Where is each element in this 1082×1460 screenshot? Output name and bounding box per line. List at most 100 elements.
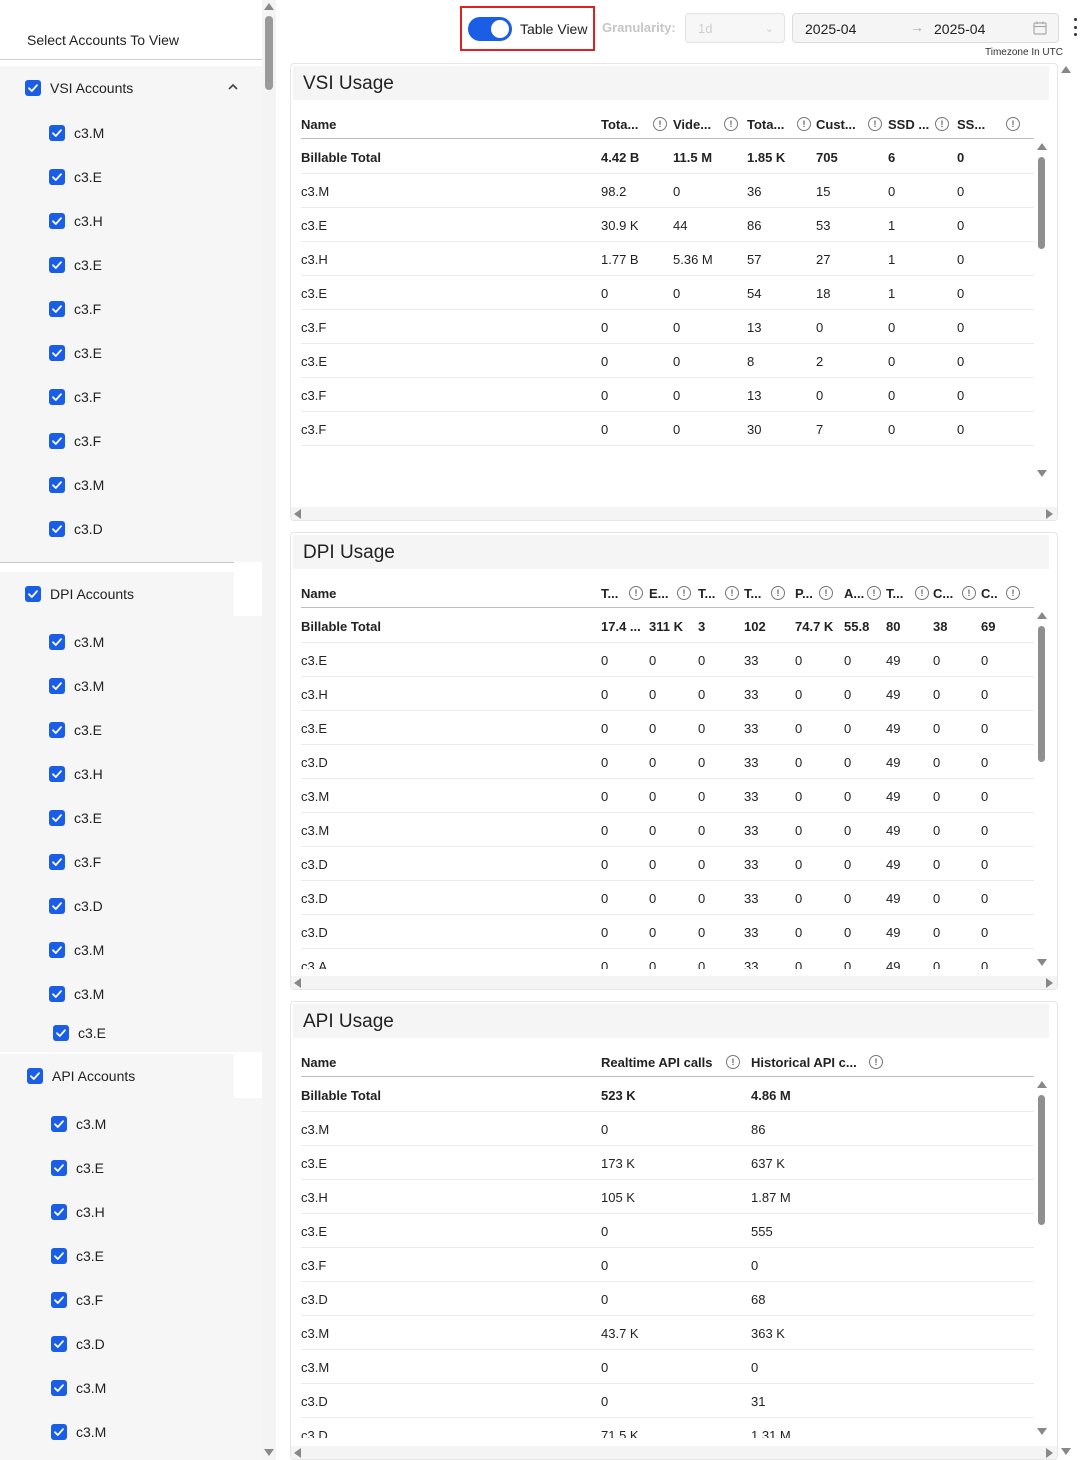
account-item[interactable]: c3.M (49, 622, 104, 662)
column-header[interactable]: E... (649, 586, 669, 601)
account-item[interactable]: c3.F (49, 377, 101, 417)
column-header[interactable]: Name (301, 586, 336, 601)
scroll-right-icon[interactable] (1046, 978, 1053, 988)
checkbox-checked-icon[interactable] (49, 942, 65, 958)
vertical-scrollbar-thumb[interactable] (1038, 157, 1045, 249)
account-item[interactable]: c3.E (53, 1013, 106, 1053)
account-item[interactable]: c3.D (51, 1324, 105, 1364)
checkbox-checked-icon[interactable] (51, 1424, 67, 1440)
scroll-down-icon[interactable] (1037, 959, 1047, 966)
info-icon[interactable]: ! (962, 586, 976, 600)
account-item[interactable]: c3.E (51, 1148, 104, 1188)
info-icon[interactable]: ! (771, 586, 785, 600)
checkbox-checked-icon[interactable] (49, 257, 65, 273)
horizontal-scrollbar[interactable] (291, 1446, 1057, 1459)
column-header[interactable]: C... (933, 586, 953, 601)
column-header[interactable]: Name (301, 1055, 336, 1070)
scroll-up-icon[interactable] (264, 3, 274, 10)
info-icon[interactable]: ! (724, 117, 738, 131)
scroll-up-icon[interactable] (1037, 612, 1047, 619)
checkbox-checked-icon[interactable] (49, 169, 65, 185)
sidebar-scrollbar-thumb[interactable] (265, 16, 273, 90)
checkbox-checked-icon[interactable] (49, 301, 65, 317)
calendar-icon[interactable] (1033, 21, 1047, 35)
chevron-up-icon[interactable] (226, 80, 240, 94)
date-range-picker[interactable]: 2025-04 → 2025-04 (792, 13, 1059, 43)
info-icon[interactable]: ! (653, 117, 667, 131)
account-item[interactable]: c3.D (49, 509, 103, 549)
checkbox-checked-icon[interactable] (51, 1160, 67, 1176)
checkbox-checked-icon[interactable] (51, 1248, 67, 1264)
account-item[interactable]: c3.M (51, 1412, 106, 1452)
column-header[interactable]: Historical API c... (751, 1055, 857, 1070)
column-header[interactable]: SS... (957, 117, 985, 132)
scroll-up-icon[interactable] (1037, 143, 1047, 150)
scroll-up-icon[interactable] (1037, 1081, 1047, 1088)
account-item[interactable]: c3.F (49, 842, 101, 882)
account-group-header[interactable]: DPI Accounts (0, 572, 234, 616)
account-item[interactable]: c3.E (51, 1236, 104, 1276)
scroll-right-icon[interactable] (1046, 1448, 1053, 1458)
info-icon[interactable]: ! (1006, 586, 1020, 600)
account-item[interactable]: c3.E (49, 157, 102, 197)
checkbox-checked-icon[interactable] (27, 1068, 43, 1084)
checkbox-checked-icon[interactable] (25, 586, 41, 602)
column-header[interactable]: Realtime API calls (601, 1055, 713, 1070)
page-scroll-down-icon[interactable] (1061, 1448, 1071, 1455)
checkbox-checked-icon[interactable] (51, 1380, 67, 1396)
info-icon[interactable]: ! (915, 586, 929, 600)
checkbox-checked-icon[interactable] (49, 854, 65, 870)
date-end[interactable]: 2025-04 (934, 21, 985, 37)
account-item[interactable]: c3.F (51, 1280, 103, 1320)
account-item[interactable]: c3.E (49, 333, 102, 373)
page-scroll-up-icon[interactable] (1061, 66, 1071, 73)
account-item[interactable]: c3.E (49, 798, 102, 838)
kebab-menu-icon[interactable] (1072, 18, 1078, 36)
column-header[interactable]: P... (795, 586, 813, 601)
info-icon[interactable]: ! (869, 1055, 883, 1069)
account-item[interactable]: c3.F (49, 421, 101, 461)
checkbox-checked-icon[interactable] (51, 1336, 67, 1352)
account-group-header[interactable]: API Accounts (0, 1054, 234, 1098)
account-group-header[interactable]: VSI Accounts (0, 66, 262, 110)
horizontal-scrollbar[interactable] (291, 507, 1057, 520)
checkbox-checked-icon[interactable] (49, 722, 65, 738)
granularity-select[interactable]: 1d ⌄ (685, 13, 785, 43)
checkbox-checked-icon[interactable] (49, 125, 65, 141)
account-item[interactable]: c3.M (49, 666, 104, 706)
checkbox-checked-icon[interactable] (25, 80, 41, 96)
scroll-left-icon[interactable] (294, 978, 301, 988)
account-item[interactable]: c3.D (49, 886, 103, 926)
date-start[interactable]: 2025-04 (805, 21, 856, 37)
info-icon[interactable]: ! (868, 117, 882, 131)
sidebar-scrollbar[interactable] (262, 0, 276, 1460)
column-header[interactable]: Tota... (747, 117, 784, 132)
checkbox-checked-icon[interactable] (49, 345, 65, 361)
checkbox-checked-icon[interactable] (49, 898, 65, 914)
checkbox-checked-icon[interactable] (53, 1025, 69, 1041)
column-header[interactable]: SSD ... (888, 117, 929, 132)
account-item[interactable]: c3.M (49, 465, 104, 505)
account-item[interactable]: c3.E (49, 710, 102, 750)
column-header[interactable]: Tota... (601, 117, 638, 132)
info-icon[interactable]: ! (867, 586, 881, 600)
checkbox-checked-icon[interactable] (49, 389, 65, 405)
info-icon[interactable]: ! (726, 1055, 740, 1069)
checkbox-checked-icon[interactable] (49, 986, 65, 1002)
scroll-right-icon[interactable] (1046, 509, 1053, 519)
info-icon[interactable]: ! (819, 586, 833, 600)
column-header[interactable]: Cust... (816, 117, 856, 132)
info-icon[interactable]: ! (797, 117, 811, 131)
column-header[interactable]: Vide... (673, 117, 711, 132)
checkbox-checked-icon[interactable] (49, 521, 65, 537)
checkbox-checked-icon[interactable] (49, 678, 65, 694)
info-icon[interactable]: ! (725, 586, 739, 600)
horizontal-scrollbar[interactable] (291, 976, 1057, 989)
checkbox-checked-icon[interactable] (49, 766, 65, 782)
checkbox-checked-icon[interactable] (49, 213, 65, 229)
scroll-down-icon[interactable] (1037, 1428, 1047, 1435)
account-item[interactable]: c3.M (49, 974, 104, 1014)
column-header[interactable]: Name (301, 117, 336, 132)
account-item[interactable]: c3.M (51, 1104, 106, 1144)
column-header[interactable]: A... (844, 586, 864, 601)
